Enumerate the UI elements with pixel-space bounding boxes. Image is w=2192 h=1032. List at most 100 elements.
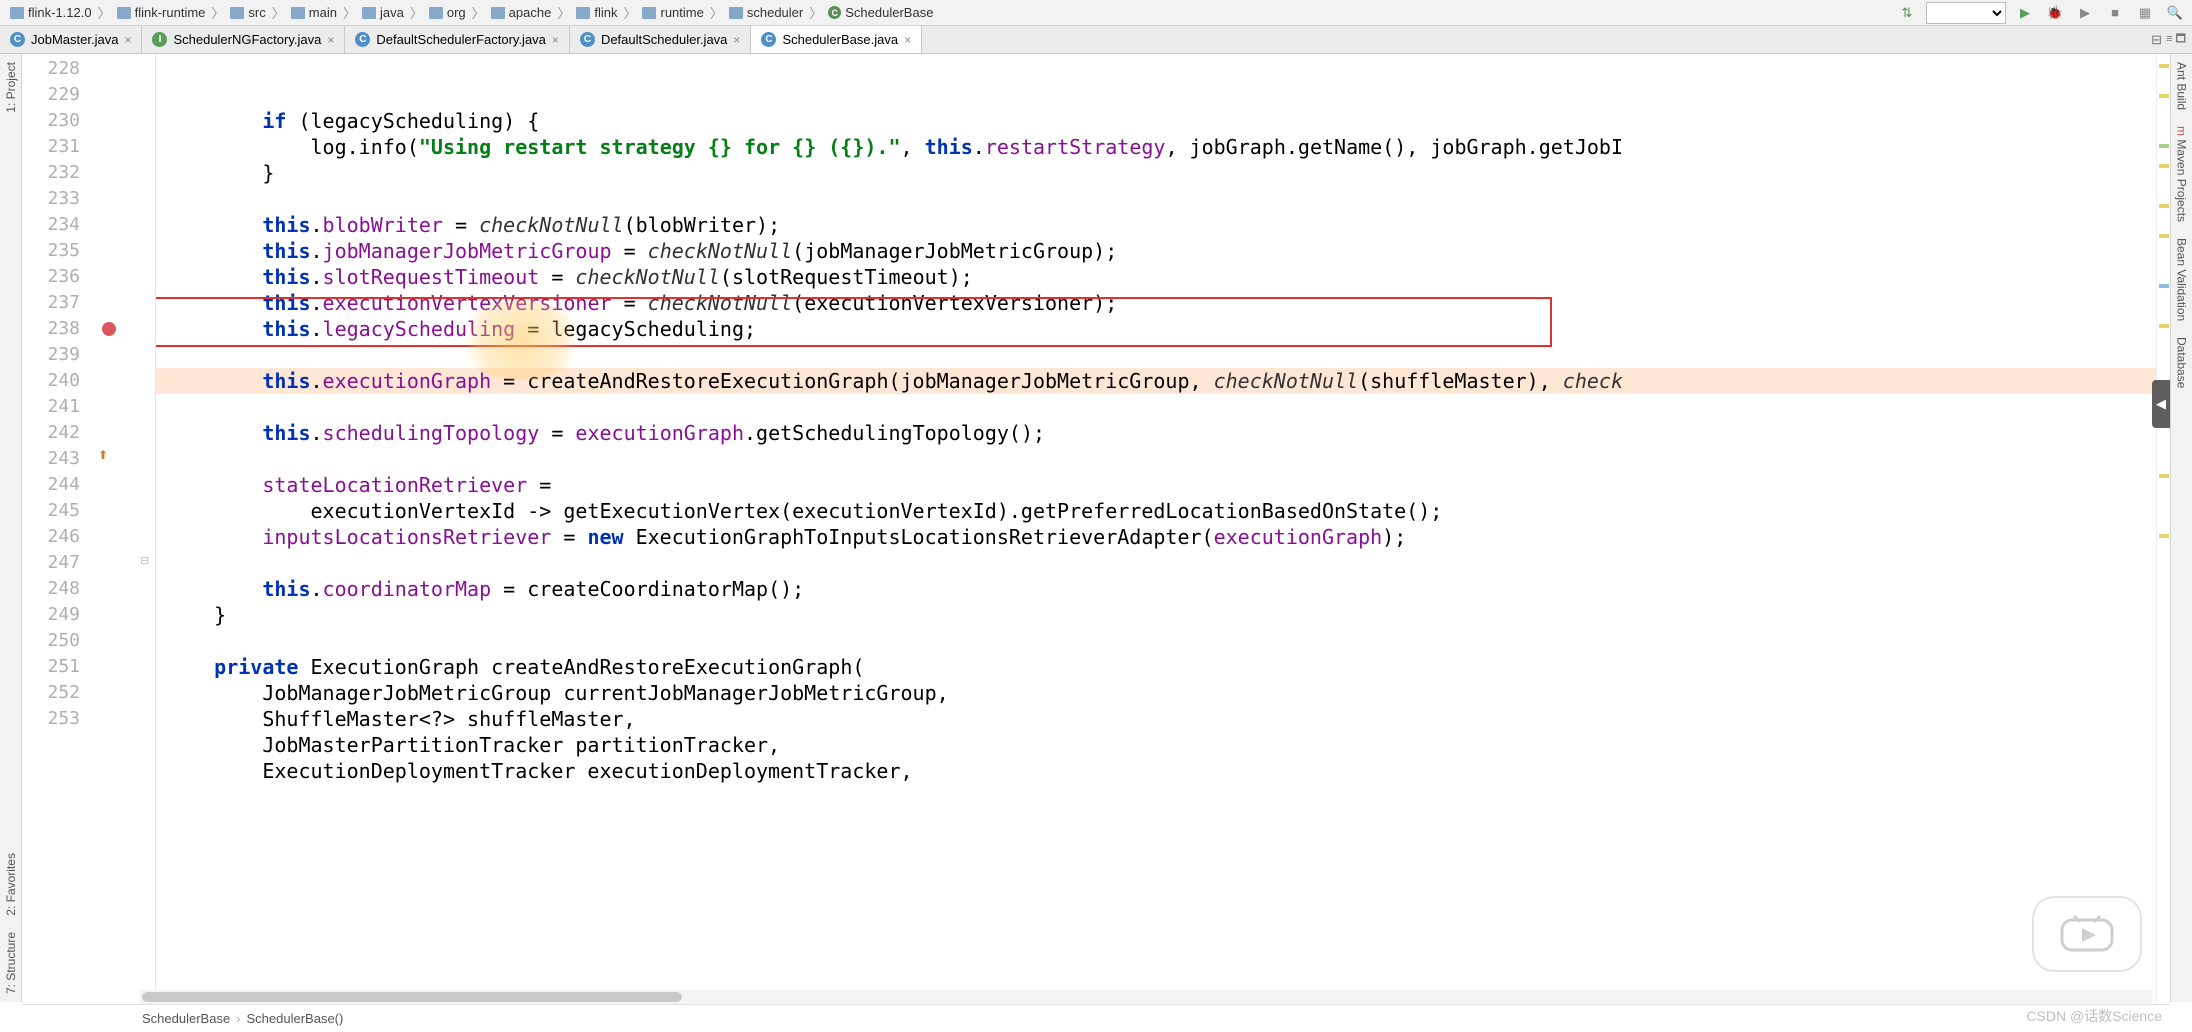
line-number[interactable]: 245	[22, 498, 80, 524]
line-number[interactable]: 240	[22, 368, 80, 394]
line-number[interactable]: 235	[22, 238, 80, 264]
editor-tab[interactable]: CSchedulerBase.java×	[751, 26, 922, 53]
close-icon[interactable]: ×	[904, 33, 911, 47]
bottom-crumb-class[interactable]: SchedulerBase	[142, 1011, 230, 1026]
editor-tab[interactable]: CDefaultScheduler.java×	[570, 26, 752, 53]
database-button[interactable]: Database	[2175, 329, 2189, 396]
close-icon[interactable]: ×	[327, 33, 334, 47]
line-number[interactable]: 239	[22, 342, 80, 368]
horizontal-scrollbar[interactable]	[140, 990, 2152, 1004]
code-line[interactable]	[156, 186, 2156, 212]
marker-gutter[interactable]: ⬆⊟	[92, 54, 156, 1002]
fold-icon[interactable]: ⊟	[140, 554, 149, 567]
line-number[interactable]: 241	[22, 394, 80, 420]
code-line[interactable]: ExecutionDeploymentTracker executionDepl…	[156, 758, 2156, 784]
line-number[interactable]: 229	[22, 82, 80, 108]
line-number[interactable]: 252	[22, 680, 80, 706]
code-line[interactable]	[156, 550, 2156, 576]
line-number-gutter[interactable]: 2282292302312322332342352362372382392402…	[22, 54, 92, 1002]
override-icon[interactable]: ⬆	[98, 448, 108, 462]
run-icon[interactable]: ▶	[2014, 2, 2036, 24]
code-pane[interactable]: if (legacyScheduling) { log.info("Using …	[156, 54, 2156, 1002]
bottom-crumb-method[interactable]: SchedulerBase()	[247, 1011, 344, 1026]
code-line[interactable]: this.blobWriter = checkNotNull(blobWrite…	[156, 212, 2156, 238]
breadcrumb-item[interactable]: runtime	[638, 5, 707, 20]
code-line[interactable]	[156, 394, 2156, 420]
code-line[interactable]	[156, 628, 2156, 654]
close-icon[interactable]: ×	[124, 33, 131, 47]
breadcrumb-item[interactable]: apache	[487, 5, 556, 20]
layout-icon[interactable]: ▦	[2134, 2, 2156, 24]
code-line[interactable]: }	[156, 602, 2156, 628]
search-icon[interactable]: 🔍	[2164, 2, 2186, 24]
side-panel-collapse-handle[interactable]: ◀	[2152, 380, 2170, 428]
line-number[interactable]: 251	[22, 654, 80, 680]
code-line[interactable]: this.legacyScheduling = legacyScheduling…	[156, 316, 2156, 342]
line-number[interactable]: 234	[22, 212, 80, 238]
breadcrumb-item[interactable]: org	[425, 5, 470, 20]
code-line[interactable]: ShuffleMaster<?> shuffleMaster,	[156, 706, 2156, 732]
line-number[interactable]: 236	[22, 264, 80, 290]
breadcrumb-item[interactable]: java	[358, 5, 408, 20]
tab-overflow-icon[interactable]: ⊟	[2151, 32, 2162, 48]
breadcrumb-item[interactable]: main	[287, 5, 341, 20]
editor-tab[interactable]: CJobMaster.java×	[0, 26, 142, 53]
line-number[interactable]: 230	[22, 108, 80, 134]
bean-validation-button[interactable]: Bean Validation	[2175, 230, 2189, 329]
editor-tab[interactable]: ISchedulerNGFactory.java×	[142, 26, 345, 53]
line-number[interactable]: 228	[22, 56, 80, 82]
stop-icon[interactable]: ■	[2104, 2, 2126, 24]
code-line[interactable]: this.schedulingTopology = executionGraph…	[156, 420, 2156, 446]
code-line[interactable]: JobMasterPartitionTracker partitionTrack…	[156, 732, 2156, 758]
code-line[interactable]: inputsLocationsRetriever = new Execution…	[156, 524, 2156, 550]
debug-icon[interactable]: 🐞	[2044, 2, 2066, 24]
code-line[interactable]: this.coordinatorMap = createCoordinatorM…	[156, 576, 2156, 602]
breadcrumb-item[interactable]: CSchedulerBase	[824, 5, 937, 20]
error-stripe[interactable]	[2156, 54, 2170, 1002]
line-number[interactable]: 244	[22, 472, 80, 498]
breadcrumb-item[interactable]: flink-runtime	[113, 5, 210, 20]
maven-projects-button[interactable]: m Maven Projects	[2175, 118, 2189, 230]
code-line[interactable]: if (legacyScheduling) {	[156, 108, 2156, 134]
line-number[interactable]: 238	[22, 316, 80, 342]
code-line[interactable]: stateLocationRetriever =	[156, 472, 2156, 498]
structure-tool-button[interactable]: 7: Structure	[4, 924, 18, 1002]
tab-dropdown-icon[interactable]: ≡ 🗖	[2166, 30, 2186, 49]
line-number[interactable]: 237	[22, 290, 80, 316]
line-number[interactable]: 246	[22, 524, 80, 550]
project-tool-button[interactable]: 1: Project	[4, 54, 18, 121]
code-line[interactable]: this.executionGraph = createAndRestoreEx…	[156, 368, 2156, 394]
code-line[interactable]: }	[156, 160, 2156, 186]
code-line[interactable]: private ExecutionGraph createAndRestoreE…	[156, 654, 2156, 680]
code-line[interactable]	[156, 342, 2156, 368]
close-icon[interactable]: ×	[552, 33, 559, 47]
sort-icon[interactable]: ⇅	[1896, 2, 1918, 24]
run-coverage-icon[interactable]: ▶	[2074, 2, 2096, 24]
code-line[interactable]: executionVertexId -> getExecutionVertex(…	[156, 498, 2156, 524]
breadcrumb-item[interactable]: flink-1.12.0	[6, 5, 96, 20]
line-number[interactable]: 231	[22, 134, 80, 160]
line-number[interactable]: 247	[22, 550, 80, 576]
editor-tab[interactable]: CDefaultSchedulerFactory.java×	[345, 26, 570, 53]
code-line[interactable]: this.slotRequestTimeout = checkNotNull(s…	[156, 264, 2156, 290]
code-line[interactable]: this.jobManagerJobMetricGroup = checkNot…	[156, 238, 2156, 264]
line-number[interactable]: 232	[22, 160, 80, 186]
run-config-dropdown[interactable]	[1926, 2, 2006, 24]
line-number[interactable]: 248	[22, 576, 80, 602]
line-number[interactable]: 253	[22, 706, 80, 732]
line-number[interactable]: 249	[22, 602, 80, 628]
favorites-tool-button[interactable]: 2: Favorites	[4, 845, 18, 924]
line-number[interactable]: 242	[22, 420, 80, 446]
breadcrumb-item[interactable]: scheduler	[725, 5, 807, 20]
breadcrumb-item[interactable]: flink	[572, 5, 621, 20]
code-line[interactable]: log.info("Using restart strategy {} for …	[156, 134, 2156, 160]
line-number[interactable]: 243	[22, 446, 80, 472]
code-line[interactable]	[156, 446, 2156, 472]
line-number[interactable]: 250	[22, 628, 80, 654]
line-number[interactable]: 233	[22, 186, 80, 212]
close-icon[interactable]: ×	[733, 33, 740, 47]
ant-build-button[interactable]: Ant Build	[2175, 54, 2189, 118]
code-line[interactable]: this.executionVertexVersioner = checkNot…	[156, 290, 2156, 316]
breakpoint-icon[interactable]	[102, 322, 116, 336]
code-line[interactable]: JobManagerJobMetricGroup currentJobManag…	[156, 680, 2156, 706]
